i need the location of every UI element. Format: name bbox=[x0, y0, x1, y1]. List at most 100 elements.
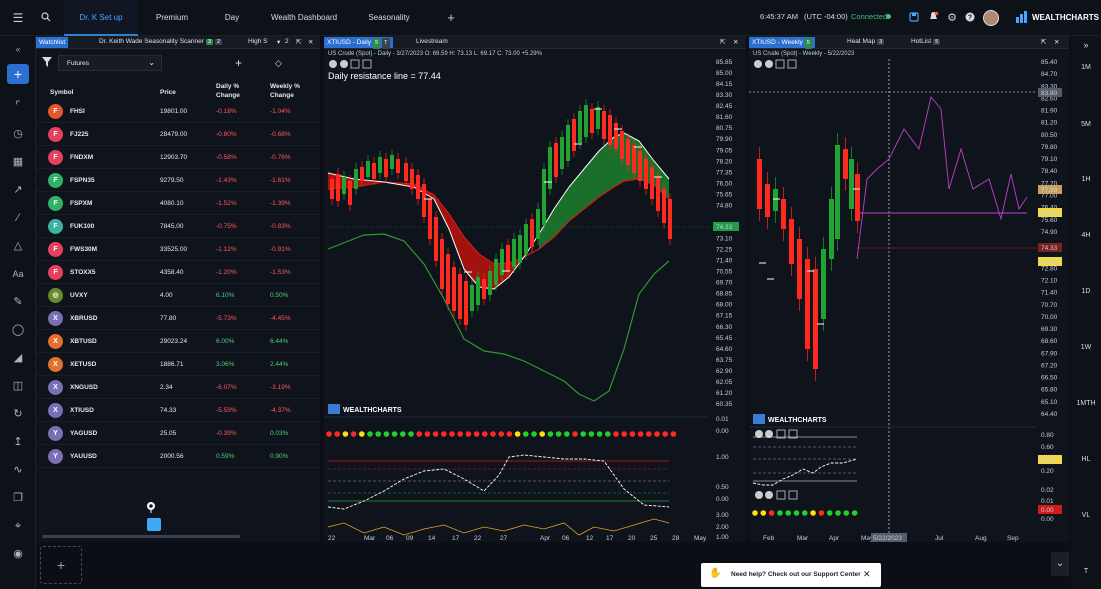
timeframe-5m[interactable]: 5M bbox=[1071, 121, 1101, 128]
table-row[interactable]: F STOXX5 4358.40 -1.20% -1.53% bbox=[36, 261, 320, 284]
column-weekly-change[interactable]: Weekly % Change bbox=[270, 82, 310, 100]
search-icon[interactable] bbox=[38, 10, 54, 26]
weekly-price-chart[interactable]: 85.4084.7083.3082.6081.9081.2080.5079.80… bbox=[749, 49, 1069, 542]
text-tool-icon[interactable]: Aa bbox=[7, 264, 29, 284]
tab-watchlist[interactable]: Watchlist bbox=[36, 37, 69, 48]
tab-dr-k-setup[interactable]: Dr. K Set up bbox=[64, 0, 138, 36]
table-row[interactable]: F FUK100 7845.00 -0.75% -0.83% bbox=[36, 215, 320, 238]
table-row[interactable]: F FSPXM 4080.10 -1.52% -1.39% bbox=[36, 192, 320, 215]
ruler-icon[interactable]: ◯ bbox=[7, 320, 29, 340]
table-row[interactable]: ◎ UVXY 4.00 6.10% 0.50% bbox=[36, 284, 320, 307]
signal-dot bbox=[383, 431, 390, 437]
tab-xtiusd-daily[interactable]: XTIUSD - Daily 5 T bbox=[324, 37, 393, 49]
table-row[interactable]: X XNGUSD 2.34 -6.07% -3.19% bbox=[36, 376, 320, 399]
close-panel-icon[interactable]: ✕ bbox=[733, 38, 738, 46]
table-row[interactable]: X XETUSD 1886.71 3.06% 2.44% bbox=[36, 353, 320, 376]
lower-band-line bbox=[327, 233, 670, 402]
tab-heat-map[interactable]: Heat Map 3 bbox=[847, 38, 885, 45]
chevron-down-icon[interactable]: ⌄ bbox=[1051, 552, 1069, 576]
timeframe-1h[interactable]: 1H bbox=[1071, 176, 1101, 183]
tab-livestream[interactable]: Livestream bbox=[416, 38, 448, 45]
timeframe-t[interactable]: T bbox=[1071, 568, 1101, 575]
column-daily-change[interactable]: Daily % Change bbox=[216, 82, 256, 100]
trend-icon[interactable]: ↗ bbox=[7, 180, 29, 200]
eraser-icon[interactable]: ◇ bbox=[275, 58, 282, 69]
current-price-label: 74.33 bbox=[716, 224, 733, 231]
chart-type-icon[interactable]: ⌜ bbox=[7, 96, 29, 116]
trash-icon[interactable]: ◫ bbox=[7, 376, 29, 396]
tab-premium[interactable]: Premium bbox=[146, 0, 198, 36]
table-row[interactable]: X XBTUSD 29023.24 6.00% 6.44% bbox=[36, 330, 320, 353]
clock-icon[interactable]: ◷ bbox=[7, 124, 29, 144]
tab-hotlist[interactable]: HotList 5 bbox=[911, 38, 941, 45]
timeframe-1d[interactable]: 1D bbox=[1071, 288, 1101, 295]
timezone[interactable]: (UTC -04:00) bbox=[804, 12, 848, 21]
wave-icon[interactable]: ∿ bbox=[7, 460, 29, 480]
save-icon[interactable] bbox=[906, 10, 922, 26]
table-row[interactable]: F FWS30M 33525.00 -1.12% -0.91% bbox=[36, 238, 320, 261]
collapse-right-icon[interactable]: » bbox=[1071, 40, 1101, 50]
column-symbol[interactable]: Symbol bbox=[50, 88, 73, 97]
timeframe-vl[interactable]: VL bbox=[1071, 512, 1101, 519]
close-icon[interactable]: ✕ bbox=[863, 569, 871, 580]
tab-wealth-dashboard[interactable]: Wealth Dashboard bbox=[266, 0, 342, 36]
gear-icon[interactable]: ⚙ bbox=[944, 10, 960, 26]
support-toast[interactable]: ✋ Need help? Check out our Support Cente… bbox=[701, 563, 881, 587]
timeframe-hl[interactable]: HL bbox=[1071, 456, 1101, 463]
shapes-icon[interactable]: △ bbox=[7, 236, 29, 256]
table-row[interactable]: F FJ225 28479.00 -0.80% -0.68% bbox=[36, 123, 320, 146]
expand-icon[interactable]: ⇱ bbox=[720, 38, 725, 46]
timeframe-4h[interactable]: 4H bbox=[1071, 232, 1101, 239]
table-row[interactable]: Y YAGUSD 25.05 -0.39% 0.03% bbox=[36, 422, 320, 445]
add-panel-button[interactable]: + bbox=[40, 546, 82, 584]
help-icon[interactable]: ? bbox=[962, 10, 978, 26]
cup-icon[interactable] bbox=[147, 518, 161, 531]
close-panel-icon[interactable]: ✕ bbox=[1054, 38, 1059, 46]
indicator-icon[interactable]: ↥ bbox=[7, 432, 29, 452]
refresh-icon[interactable]: ↻ bbox=[7, 404, 29, 424]
tab-seasonality-scanner[interactable]: Dr. Keith Wade Seasonality Scanner 3 2 bbox=[99, 38, 223, 45]
pin-icon[interactable] bbox=[145, 501, 157, 513]
measure-icon[interactable]: ◢ bbox=[7, 348, 29, 368]
collapse-left-icon[interactable]: « bbox=[7, 40, 29, 60]
globe-icon[interactable]: ◉ bbox=[7, 544, 29, 564]
column-price[interactable]: Price bbox=[160, 88, 176, 97]
avatar[interactable] bbox=[983, 10, 999, 26]
timeframe-1m[interactable]: 1M bbox=[1071, 64, 1101, 71]
add-tool-icon[interactable]: + bbox=[7, 64, 29, 84]
target-icon[interactable]: ⌖ bbox=[7, 516, 29, 536]
table-row[interactable]: Y YAUUSD 2000.56 0.59% 0.90% bbox=[36, 445, 320, 468]
filter-select[interactable]: Futures ⌄ bbox=[58, 55, 162, 71]
filter-icon[interactable] bbox=[42, 57, 52, 69]
tab-high-s[interactable]: High S bbox=[248, 38, 268, 45]
line-tool-icon[interactable]: ∕ bbox=[7, 208, 29, 228]
daily-price-chart[interactable]: 85.85 85.00 84.15 83.30 82.45 81.60 80.75 79.90… bbox=[324, 49, 746, 542]
bell-alert-icon[interactable] bbox=[925, 10, 941, 26]
candle-body bbox=[608, 115, 612, 145]
table-row[interactable]: F FSPN35 9279.50 -1.43% -1.61% bbox=[36, 169, 320, 192]
add-tab-icon[interactable]: + bbox=[443, 10, 459, 26]
calendar-icon[interactable]: ▦ bbox=[7, 152, 29, 172]
horizontal-scrollbar[interactable] bbox=[42, 535, 240, 538]
table-row[interactable]: X XBRUSD 77.80 -5.73% -4.45% bbox=[36, 307, 320, 330]
pencil-icon[interactable]: ✎ bbox=[7, 292, 29, 312]
expand-icon[interactable]: ⇱ bbox=[296, 38, 301, 46]
table-row[interactable]: F FHSI 19801.00 -0.18% -1.04% bbox=[36, 100, 320, 123]
support-text[interactable]: Need help? Check out our Support Center bbox=[731, 571, 861, 578]
hamburger-menu-icon[interactable]: ☰ bbox=[10, 10, 26, 26]
close-panel-icon[interactable]: ✕ bbox=[308, 38, 313, 46]
weekly-change: 6.44% bbox=[270, 338, 289, 345]
tab-day[interactable]: Day bbox=[212, 0, 252, 36]
layers-icon[interactable]: ❐ bbox=[7, 488, 29, 508]
expand-icon[interactable]: ⇱ bbox=[1041, 38, 1046, 46]
tab-more-icon[interactable]: ▾ bbox=[277, 38, 280, 46]
signal-dot bbox=[818, 510, 825, 516]
tab-seasonality[interactable]: Seasonality bbox=[358, 0, 420, 36]
tab-xtiusd-weekly[interactable]: XTIUSD - Weekly 5 bbox=[749, 37, 815, 49]
add-symbol-icon[interactable]: + bbox=[235, 56, 242, 70]
timeframe-1w[interactable]: 1W bbox=[1071, 344, 1101, 351]
timeframe-1mth[interactable]: 1MTH bbox=[1071, 400, 1101, 407]
table-row[interactable]: X XTIUSD 74.33 -5.59% -4.37% bbox=[36, 399, 320, 422]
symbol-name: YAUUSD bbox=[70, 453, 97, 460]
table-row[interactable]: F FNDXM 12903.70 -0.58% -0.76% bbox=[36, 146, 320, 169]
